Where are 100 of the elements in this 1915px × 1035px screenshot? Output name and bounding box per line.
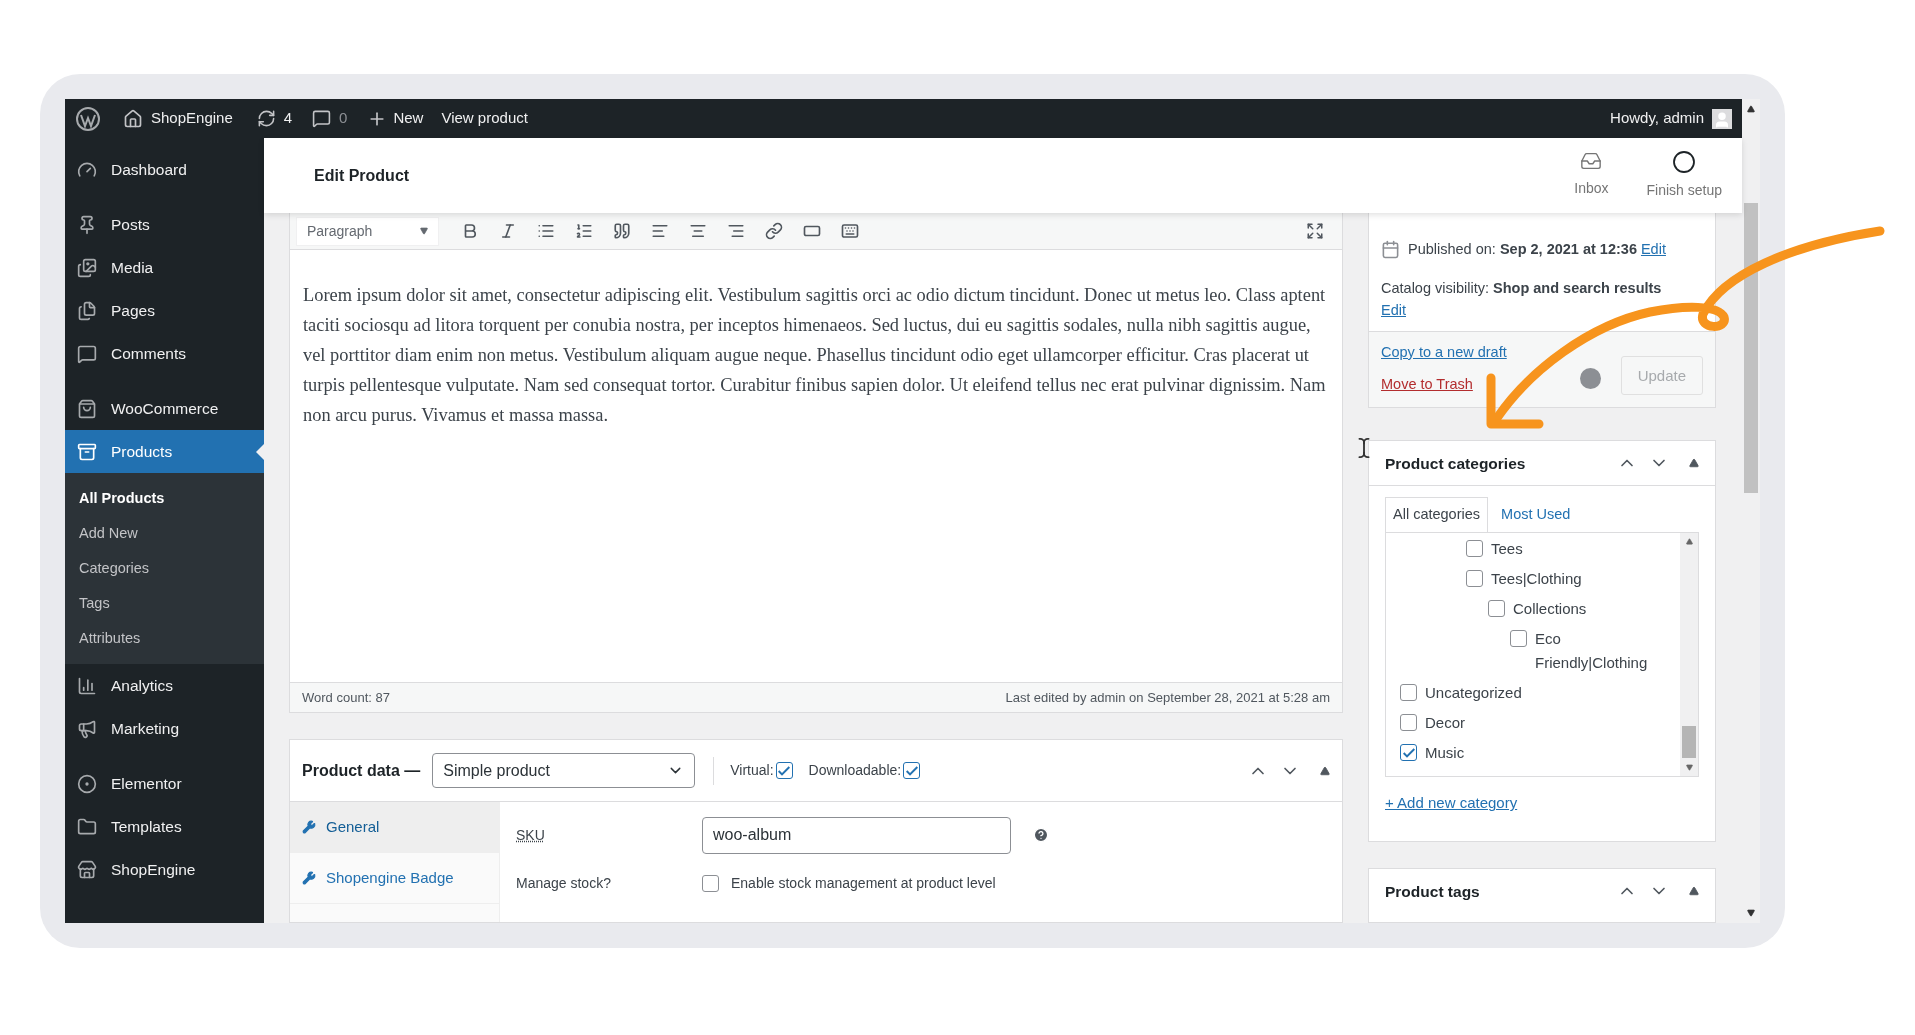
copy-draft-link[interactable]: Copy to a new draft xyxy=(1381,341,1507,364)
submenu-item[interactable]: All Products xyxy=(65,481,264,516)
category-label: Eco Friendly|Clothing xyxy=(1535,629,1649,674)
collapse-icon[interactable] xyxy=(1689,458,1699,469)
home-icon[interactable] xyxy=(123,108,143,129)
scroll-up-icon[interactable] xyxy=(1747,105,1755,113)
editor-text[interactable]: Lorem ipsum dolor sit amet, consectetur adipiscing elit. Vestibulum sagittis orci ac odio dictum tincidunt. Donec ut metus leo. Class aptent taciti sociosqu ad litora torquent per conubia nostra, per inceptos himenaeos. Sed luctus, dui eu sagittis sodales, nulla nibh sagittis augue, vel porttitor diam enim non metus. Vestibulum aliquam augue neque. Phasellus tincidunt odio eget ullamcorper efficitur. Cras placerat ut turpis pellentesque vulputate. Nam sed consequat tortor. Curabitur finibus sapien dolor. Ut eleifend tellus nec erat pulvinar dignissim. Nam non arcu purus. Vivamus et massa massa. xyxy=(303,280,1329,430)
menu-item[interactable]: Posts xyxy=(65,203,264,246)
numbered-list-icon[interactable] xyxy=(575,222,593,240)
scroll-thumb[interactable] xyxy=(1682,726,1696,759)
category-label: Collections xyxy=(1513,599,1587,620)
menu-item[interactable]: Dashboard xyxy=(65,148,264,191)
wordpress-logo-icon[interactable] xyxy=(75,105,101,132)
product-data-tab[interactable]: General xyxy=(290,802,499,853)
site-name-link[interactable]: ShopEngine xyxy=(151,107,233,130)
checkbox[interactable] xyxy=(702,874,719,892)
inbox-icon xyxy=(1580,150,1603,172)
header-action[interactable]: Inbox xyxy=(1574,150,1609,201)
panel-title: Product data — xyxy=(302,760,421,781)
menu-item[interactable]: ShopEngine xyxy=(65,848,264,891)
submenu-item[interactable]: Add New xyxy=(65,516,264,551)
scroll-up-icon[interactable] xyxy=(1685,538,1693,546)
help-icon[interactable] xyxy=(1033,827,1049,843)
calendar-icon xyxy=(1381,240,1400,260)
category-tab[interactable]: Most Used xyxy=(1494,497,1578,533)
catalog-visibility: Catalog visibility: Shop and search results xyxy=(1381,279,1662,296)
scroll-thumb[interactable] xyxy=(1744,203,1758,493)
word-count: Word count: 87 xyxy=(302,688,390,707)
menu-item[interactable]: Marketing xyxy=(65,707,264,750)
checkbox[interactable] xyxy=(1488,600,1505,618)
category-label: Uncategorized xyxy=(1425,683,1522,704)
submenu-item[interactable]: Tags xyxy=(65,586,264,621)
fullscreen-icon[interactable] xyxy=(1306,222,1324,240)
checkbox[interactable] xyxy=(1466,540,1483,558)
menu-item[interactable]: Products xyxy=(65,430,264,473)
bullet-list-icon[interactable] xyxy=(537,222,555,240)
list-scrollbar[interactable] xyxy=(1680,533,1698,777)
add-category-link[interactable]: + Add new category xyxy=(1385,792,1699,815)
box-title: Product categories xyxy=(1385,453,1526,474)
scroll-down-icon[interactable] xyxy=(1685,764,1693,772)
menu-item[interactable]: Templates xyxy=(65,805,264,848)
header-action[interactable]: Finish setup xyxy=(1646,150,1722,201)
page-title: Edit Product xyxy=(314,165,410,186)
checkbox[interactable] xyxy=(1510,630,1527,648)
trash-link[interactable]: Move to Trash xyxy=(1381,373,1507,396)
category-label: Decor xyxy=(1425,713,1465,734)
align-right-icon[interactable] xyxy=(727,222,745,240)
menu-item[interactable]: Analytics xyxy=(65,664,264,707)
dropdown-triangle-icon xyxy=(420,227,428,235)
checkbox[interactable] xyxy=(775,762,793,779)
menu-item[interactable]: Elementor xyxy=(65,762,264,805)
category-label: Tees|Clothing xyxy=(1491,569,1582,590)
option-label: Downloadable: xyxy=(808,761,902,780)
new-link[interactable]: New xyxy=(393,107,424,130)
keyboard-icon[interactable] xyxy=(841,222,859,240)
product-type-select[interactable]: Simple product xyxy=(432,753,696,788)
checkbox[interactable] xyxy=(903,762,921,779)
scroll-down-icon[interactable] xyxy=(1747,909,1755,917)
collapse-icon[interactable] xyxy=(1320,765,1330,776)
view-product-link[interactable]: View product xyxy=(441,107,528,130)
checkbox[interactable] xyxy=(1466,570,1483,588)
check-icon xyxy=(905,765,918,776)
category-label: Music xyxy=(1425,743,1465,764)
progress-circle-icon xyxy=(1672,150,1697,174)
menu-item[interactable]: Media xyxy=(65,246,264,289)
field-label: Manage stock? xyxy=(516,873,612,893)
align-left-icon[interactable] xyxy=(651,222,669,240)
option-label: Virtual: xyxy=(730,761,774,780)
updates-icon[interactable] xyxy=(256,109,276,128)
edit-link[interactable]: Edit xyxy=(1640,239,1666,261)
avatar-icon[interactable] xyxy=(1712,108,1732,129)
spinner-icon xyxy=(1579,368,1601,390)
wrench-icon xyxy=(302,871,316,885)
collapse-icon[interactable] xyxy=(1689,886,1699,897)
box-title: Product tags xyxy=(1385,881,1480,902)
edit-link[interactable]: Edit xyxy=(1381,301,1406,318)
checkbox[interactable] xyxy=(1400,744,1417,762)
page-scrollbar[interactable] xyxy=(1742,99,1760,923)
comments-count[interactable]: 0 xyxy=(339,107,348,130)
format-select[interactable]: Paragraph xyxy=(296,216,439,246)
comments-icon[interactable] xyxy=(312,109,332,128)
checkbox[interactable] xyxy=(1400,714,1417,732)
sku-field[interactable]: woo-album xyxy=(702,816,1011,854)
updates-count[interactable]: 4 xyxy=(283,107,293,130)
menu-item[interactable]: Comments xyxy=(65,332,264,375)
submenu-item[interactable]: Categories xyxy=(65,551,264,586)
menu-item[interactable]: Pages xyxy=(65,289,264,332)
check-icon xyxy=(1402,747,1415,758)
check-icon xyxy=(778,765,791,776)
italic-icon[interactable] xyxy=(499,222,517,240)
checkbox-label: Enable stock management at product level xyxy=(731,873,996,893)
category-tab[interactable]: All categories xyxy=(1385,497,1489,533)
greeting[interactable]: Howdy, admin xyxy=(1610,107,1704,130)
submenu-item[interactable]: Attributes xyxy=(65,621,264,656)
align-center-icon[interactable] xyxy=(689,222,707,240)
link-icon[interactable] xyxy=(765,222,783,240)
menu-item[interactable]: WooCommerce xyxy=(65,387,264,430)
quote-icon[interactable] xyxy=(613,222,631,240)
checkbox[interactable] xyxy=(1400,684,1417,702)
wrench-icon xyxy=(302,820,316,834)
